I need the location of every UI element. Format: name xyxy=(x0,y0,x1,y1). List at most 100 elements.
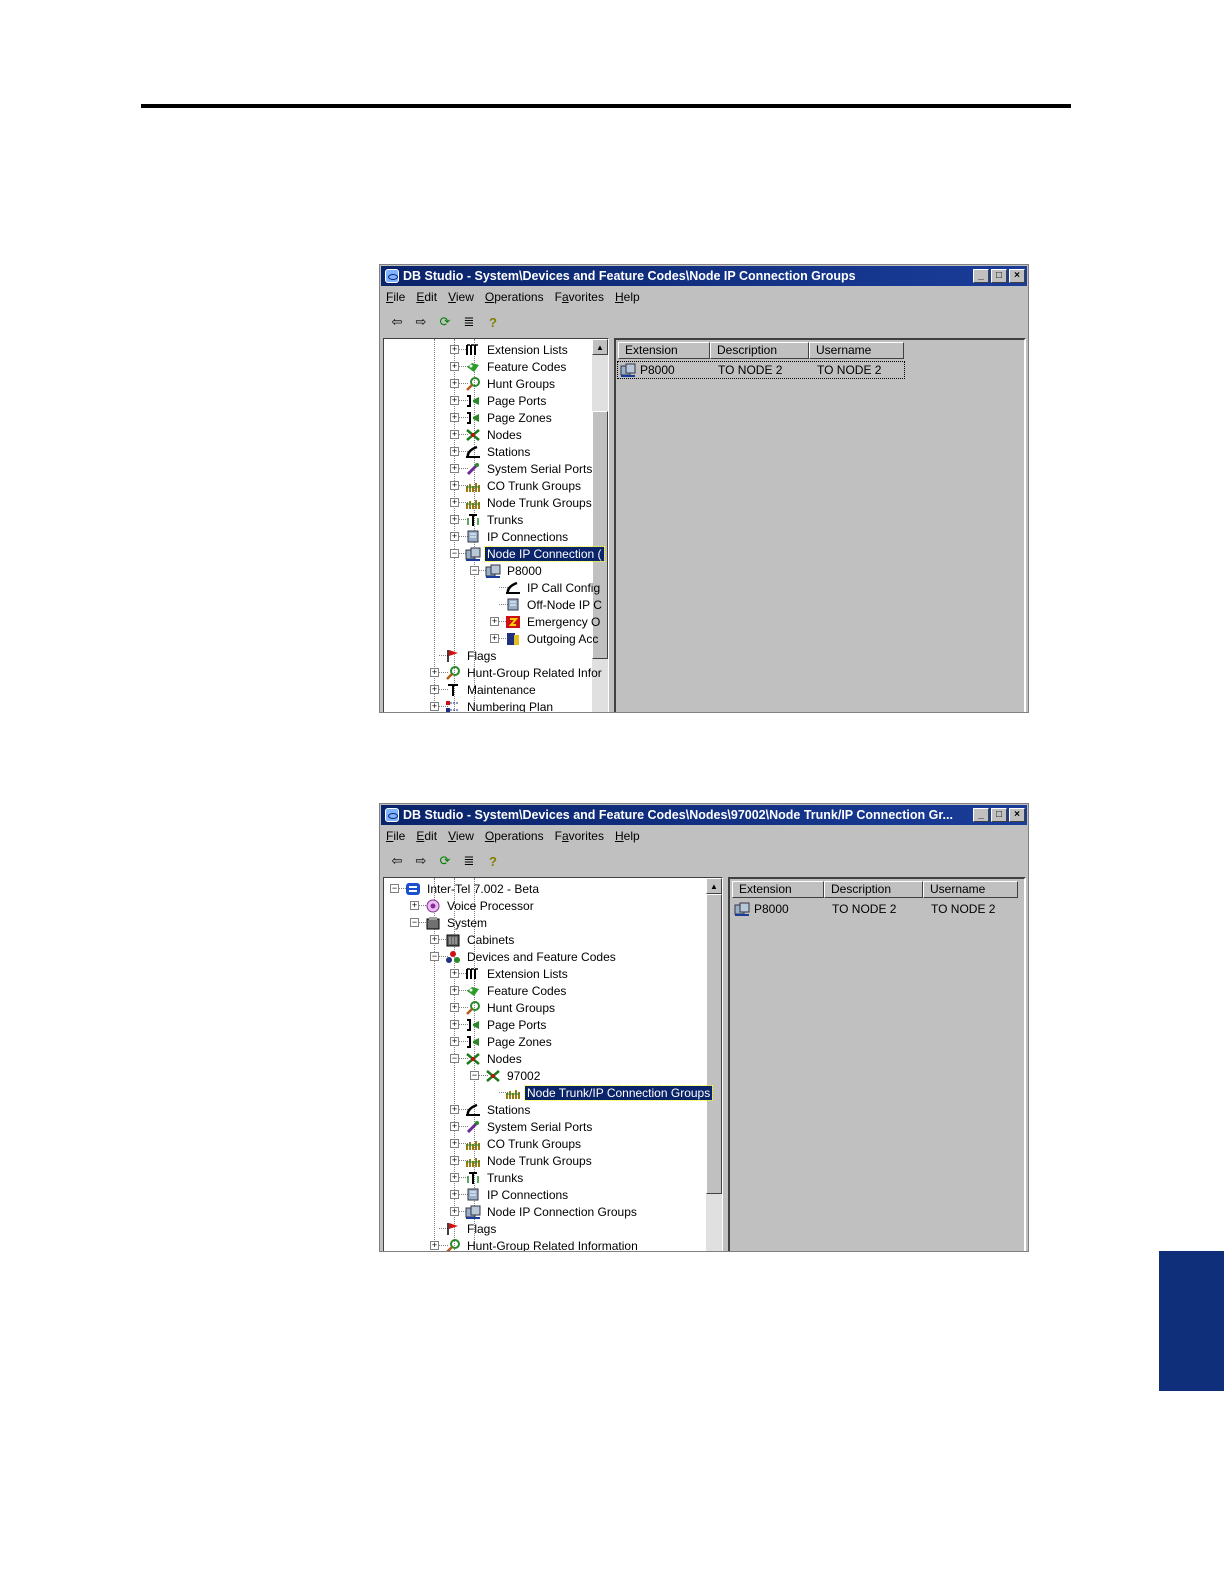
tree-node-flags[interactable]: Flags xyxy=(445,1220,498,1237)
collapse-icon[interactable]: − xyxy=(470,566,479,575)
tree-node-hunt-group-related-information[interactable]: Hunt-Group Related Information xyxy=(445,1237,640,1251)
menu-item-operations[interactable]: Operations xyxy=(485,290,544,307)
expand-icon[interactable]: + xyxy=(450,362,459,371)
tree-scrollbar[interactable]: ▲ xyxy=(592,339,608,712)
expand-icon[interactable]: + xyxy=(410,901,419,910)
maximize-button[interactable]: □ xyxy=(991,808,1007,822)
tree-node-trunks[interactable]: Trunks xyxy=(465,1169,525,1186)
tree-node-hunt-group-related-infor[interactable]: Hunt-Group Related Infor xyxy=(445,664,604,681)
tree-node-page-ports[interactable]: Page Ports xyxy=(465,392,548,409)
tree-node-system[interactable]: System xyxy=(425,914,489,931)
tree-node-hunt-groups[interactable]: Hunt Groups xyxy=(465,999,557,1016)
menu-item-view[interactable]: View xyxy=(448,829,474,846)
collapse-icon[interactable]: − xyxy=(450,1054,459,1063)
tree-node-hunt-groups[interactable]: Hunt Groups xyxy=(465,375,557,392)
details-list[interactable]: Extension Description Username P8000 TO NOD… xyxy=(614,338,1026,712)
expand-icon[interactable]: + xyxy=(450,379,459,388)
close-button[interactable]: × xyxy=(1009,808,1025,822)
expand-icon[interactable]: + xyxy=(450,1173,459,1182)
tree-node-stations[interactable]: Stations xyxy=(465,1101,532,1118)
tree-node-stations[interactable]: Stations xyxy=(465,443,532,460)
expand-icon[interactable]: + xyxy=(450,430,459,439)
column-header-description[interactable]: Description xyxy=(710,342,809,359)
maximize-button[interactable]: □ xyxy=(991,269,1007,283)
tree-node-nodes[interactable]: Nodes xyxy=(465,1050,524,1067)
minimize-button[interactable]: _ xyxy=(973,269,989,283)
tree-node-page-ports[interactable]: Page Ports xyxy=(465,1016,548,1033)
collapse-icon[interactable]: − xyxy=(410,918,419,927)
tree-node-node-trunk-ip-connection-groups[interactable]: Node Trunk/IP Connection Groups xyxy=(505,1084,714,1101)
expand-icon[interactable]: + xyxy=(430,1241,439,1250)
expand-icon[interactable]: + xyxy=(450,464,459,473)
title-bar[interactable]: DB Studio - System\Devices and Feature C… xyxy=(381,266,1027,286)
tree-node-node-ip-connection-groups[interactable]: Node IP Connection Groups xyxy=(465,1203,639,1220)
expand-icon[interactable]: + xyxy=(450,413,459,422)
column-header-username[interactable]: Username xyxy=(923,881,1018,898)
tree-node-nodes[interactable]: Nodes xyxy=(465,426,524,443)
tree-node-feature-codes[interactable]: Feature Codes xyxy=(465,358,568,375)
menu-item-help[interactable]: Help xyxy=(615,290,640,307)
expand-icon[interactable]: + xyxy=(450,986,459,995)
expand-icon[interactable]: + xyxy=(490,634,499,643)
column-header-extension[interactable]: Extension xyxy=(618,342,710,359)
tree-node-devices-and-feature-codes[interactable]: Devices and Feature Codes xyxy=(445,948,618,965)
tree-node-trunks[interactable]: Trunks xyxy=(465,511,525,528)
list-row[interactable]: P8000 TO NODE 2 TO NODE 2 xyxy=(617,361,905,379)
expand-icon[interactable]: + xyxy=(450,396,459,405)
tree-node-system-serial-ports[interactable]: System Serial Ports xyxy=(465,460,594,477)
tree-node-ip-connections[interactable]: IP Connections xyxy=(465,1186,570,1203)
help-icon[interactable]: ? xyxy=(482,313,504,331)
expand-icon[interactable]: + xyxy=(450,345,459,354)
scroll-up-button[interactable]: ▲ xyxy=(592,339,608,355)
menu-item-edit[interactable]: Edit xyxy=(416,290,437,307)
menu-item-file[interactable]: File xyxy=(386,829,405,846)
tree-node-outgoing-acc[interactable]: Outgoing Acc xyxy=(505,630,600,647)
tree-node-page-zones[interactable]: Page Zones xyxy=(465,1033,554,1050)
tree-node-ip-call-config[interactable]: IP Call Config xyxy=(505,579,602,596)
tree-node-flags[interactable]: Flags xyxy=(445,647,498,664)
expand-icon[interactable]: + xyxy=(450,1003,459,1012)
forward-arrow-icon[interactable]: ⇨ xyxy=(410,313,432,331)
help-icon[interactable]: ? xyxy=(482,852,504,870)
list-view-icon[interactable]: ≣ xyxy=(458,852,480,870)
column-header-username[interactable]: Username xyxy=(809,342,904,359)
forward-arrow-icon[interactable]: ⇨ xyxy=(410,852,432,870)
refresh-icon[interactable]: ⟳ xyxy=(434,313,456,331)
tree-node-co-trunk-groups[interactable]: CO Trunk Groups xyxy=(465,477,583,494)
collapse-icon[interactable]: − xyxy=(390,884,399,893)
expand-icon[interactable]: + xyxy=(430,935,439,944)
tree-node-node-trunk-groups[interactable]: Node Trunk Groups xyxy=(465,1152,594,1169)
list-view-icon[interactable]: ≣ xyxy=(458,313,480,331)
menu-item-operations[interactable]: Operations xyxy=(485,829,544,846)
tree-node-voice-processor[interactable]: Voice Processor xyxy=(425,897,536,914)
tree-node-cabinets[interactable]: Cabinets xyxy=(445,931,516,948)
expand-icon[interactable]: + xyxy=(450,532,459,541)
tree-node-node-ip-connection[interactable]: Node IP Connection ( xyxy=(465,545,605,562)
back-arrow-icon[interactable]: ⇦ xyxy=(386,313,408,331)
tree-node-page-zones[interactable]: Page Zones xyxy=(465,409,554,426)
close-button[interactable]: × xyxy=(1009,269,1025,283)
back-arrow-icon[interactable]: ⇦ xyxy=(386,852,408,870)
tree-node-co-trunk-groups[interactable]: CO Trunk Groups xyxy=(465,1135,583,1152)
expand-icon[interactable]: + xyxy=(430,685,439,694)
scroll-up-button[interactable]: ▲ xyxy=(706,878,722,894)
tree-scrollbar[interactable]: ▲ xyxy=(706,878,722,1251)
tree-node-node-trunk-groups[interactable]: Node Trunk Groups xyxy=(465,494,594,511)
expand-icon[interactable]: + xyxy=(450,498,459,507)
expand-icon[interactable]: + xyxy=(450,1139,459,1148)
tree-node-maintenance[interactable]: Maintenance xyxy=(445,681,538,698)
tree-node-extension-lists[interactable]: Extension Lists xyxy=(465,341,570,358)
expand-icon[interactable]: + xyxy=(450,1122,459,1131)
expand-icon[interactable]: + xyxy=(450,515,459,524)
tree-node-off-node-ip-c[interactable]: Off-Node IP C xyxy=(505,596,604,613)
expand-icon[interactable]: + xyxy=(450,1207,459,1216)
menu-item-view[interactable]: View xyxy=(448,290,474,307)
tree-node-numbering-plan[interactable]: Numbering Plan xyxy=(445,698,555,712)
tree-node-ip-connections[interactable]: IP Connections xyxy=(465,528,570,545)
expand-icon[interactable]: + xyxy=(490,617,499,626)
menu-item-favorites[interactable]: Favorites xyxy=(555,290,604,307)
minimize-button[interactable]: _ xyxy=(973,808,989,822)
tree-node-p8000[interactable]: P8000 xyxy=(485,562,544,579)
collapse-icon[interactable]: − xyxy=(430,952,439,961)
details-list[interactable]: Extension Description Username P8000 TO NOD… xyxy=(728,877,1026,1251)
